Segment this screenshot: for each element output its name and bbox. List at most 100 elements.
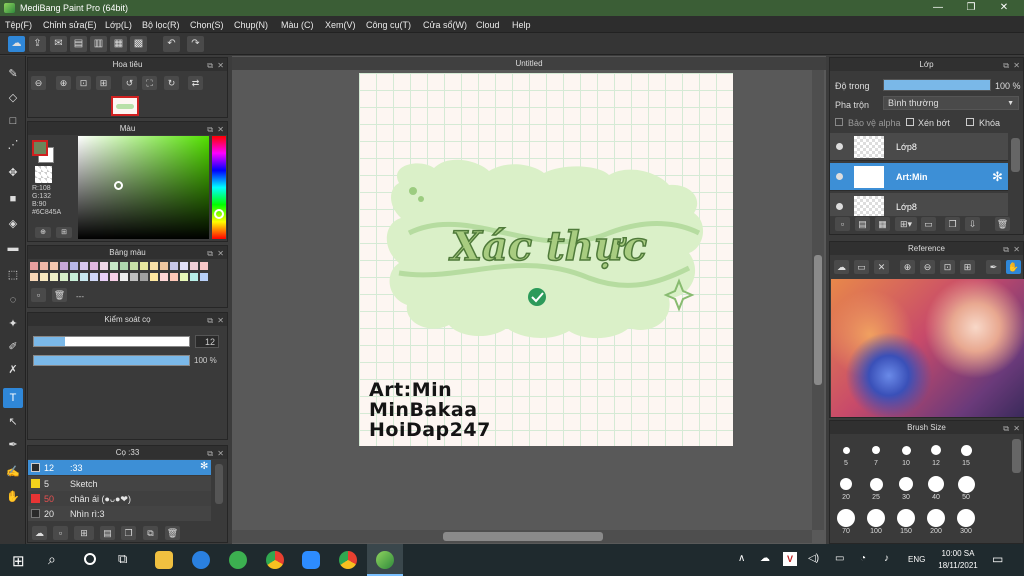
select-eraser-icon[interactable]: ✗	[3, 360, 23, 380]
palette-swatch[interactable]	[60, 262, 68, 270]
green-app-icon[interactable]	[229, 551, 247, 569]
palette-more[interactable]: ---	[76, 292, 84, 301]
select-pen-icon[interactable]: ✐	[3, 337, 23, 357]
bucket-tool-icon[interactable]: ◈	[3, 214, 23, 234]
menu-filter[interactable]: Bộ lọc(R)	[142, 20, 180, 30]
navigator-thumbnail[interactable]	[111, 96, 139, 116]
zoom-out-icon[interactable]: ⊖	[920, 260, 935, 274]
menu-edit[interactable]: Chỉnh sửa(E)	[43, 20, 97, 30]
hand-icon[interactable]: ✋	[1006, 260, 1021, 274]
menu-window[interactable]: Cửa sổ(W)	[423, 20, 467, 30]
palette-swatch[interactable]	[200, 262, 208, 270]
brush-duplicate-icon[interactable]: ⧉	[143, 526, 158, 540]
document-icon[interactable]: ▥	[90, 36, 107, 52]
palette-swatch[interactable]	[90, 262, 98, 270]
palette-swatch[interactable]	[140, 273, 148, 281]
protect-alpha-checkbox[interactable]	[835, 118, 843, 126]
task-view-icon[interactable]: ⧉	[118, 551, 127, 567]
zoom-out-icon[interactable]: ⊖	[31, 76, 46, 90]
grid-icon[interactable]: ▦	[110, 36, 127, 52]
cortana-icon[interactable]	[84, 553, 96, 565]
palette-swatch[interactable]	[190, 273, 198, 281]
actual-size-icon[interactable]: ⊞	[96, 76, 111, 90]
popout-icon[interactable]: ⧉	[207, 447, 213, 460]
language-indicator[interactable]: ENG	[908, 555, 925, 564]
visibility-icon[interactable]	[836, 203, 843, 210]
visibility-icon[interactable]	[836, 143, 843, 150]
palette-swatch[interactable]	[50, 273, 58, 281]
menu-color[interactable]: Màu (C)	[281, 20, 314, 30]
layer-settings-icon[interactable]: ✻	[992, 169, 1003, 185]
reset-rotate-icon[interactable]: ⛶	[142, 76, 157, 90]
saturation-value-picker[interactable]	[78, 136, 209, 239]
palette-swatch[interactable]	[80, 273, 88, 281]
hue-slider[interactable]	[212, 136, 226, 239]
palette-swatch[interactable]	[100, 273, 108, 281]
brush-size-option[interactable]: 7	[863, 440, 889, 467]
duplicate-layer-icon[interactable]: ❐	[945, 217, 960, 231]
delete-palette-icon[interactable]: 🗑	[52, 288, 67, 302]
search-icon[interactable]: ⌕	[48, 551, 56, 568]
close-panel-icon[interactable]: ✕	[1013, 59, 1020, 72]
palette-swatch[interactable]	[70, 262, 78, 270]
palette-swatch[interactable]	[160, 273, 168, 281]
palette-swatch[interactable]	[110, 262, 118, 270]
popout-icon[interactable]: ⧉	[207, 314, 213, 327]
cloud-upload-icon[interactable]: ☁	[834, 260, 849, 274]
table-icon[interactable]: ▩	[130, 36, 147, 52]
new-halftone-layer-icon[interactable]: ▦	[875, 217, 890, 231]
close-panel-icon[interactable]: ✕	[217, 247, 224, 260]
brush-copy-icon[interactable]: ❐	[121, 526, 136, 540]
vertical-scroll-thumb[interactable]	[814, 255, 822, 385]
rectangle-tool-icon[interactable]: □	[3, 111, 23, 131]
palette-swatch[interactable]	[120, 262, 128, 270]
reference-image[interactable]	[831, 279, 1024, 417]
add-brush-icon[interactable]: ⊞	[74, 526, 94, 540]
close-panel-icon[interactable]: ✕	[1013, 422, 1020, 435]
brush-size-option[interactable]: 10	[893, 440, 919, 467]
new-brush-icon[interactable]: ▫	[53, 526, 68, 540]
text-tool-icon[interactable]: T	[3, 388, 23, 408]
menu-file[interactable]: Tệp(F)	[5, 20, 32, 30]
palette-swatch[interactable]	[150, 273, 158, 281]
palette-swatch[interactable]	[170, 273, 178, 281]
magic-wand-icon[interactable]: ✦	[3, 314, 23, 334]
palette-swatch[interactable]	[190, 262, 198, 270]
palette-swatch[interactable]	[160, 262, 168, 270]
palette-swatch[interactable]	[50, 262, 58, 270]
brush-settings-icon[interactable]: ✻	[200, 461, 208, 472]
network-icon[interactable]: ◔	[860, 553, 866, 564]
close-panel-icon[interactable]: ✕	[217, 447, 224, 460]
zalo-icon[interactable]	[192, 551, 210, 569]
clipping-checkbox[interactable]	[906, 118, 914, 126]
merge-layer-icon[interactable]: ⇩	[965, 217, 980, 231]
layer-row-1[interactable]: Art:Min ✻	[830, 163, 1008, 191]
primary-color-swatch[interactable]	[32, 140, 48, 156]
brush-size-slider[interactable]	[33, 336, 190, 347]
clock-date[interactable]: 18/11/2021	[935, 561, 981, 570]
medibang-taskbar-button[interactable]	[367, 544, 403, 576]
brush-size-option[interactable]: 12	[923, 440, 949, 467]
menu-help[interactable]: Help	[512, 20, 531, 30]
lasso-icon[interactable]: ◌	[3, 290, 23, 310]
palette-swatch[interactable]	[140, 262, 148, 270]
brush-size-option[interactable]: 100	[863, 508, 889, 535]
brush-size-option[interactable]: 5	[833, 440, 859, 467]
close-panel-icon[interactable]: ✕	[217, 59, 224, 72]
brush-opacity-slider[interactable]	[33, 355, 190, 366]
battery-icon[interactable]: ▭	[835, 553, 844, 564]
menu-capture[interactable]: Chụp(N)	[234, 20, 268, 30]
rotate-left-icon[interactable]: ↺	[122, 76, 137, 90]
pen-tool-icon[interactable]: ✍	[3, 462, 23, 482]
cloud-tray-icon[interactable]: ☁	[760, 553, 770, 564]
redo-icon[interactable]: ↷	[187, 36, 204, 52]
cloud-brush-icon[interactable]: ☁	[32, 526, 47, 540]
brush-row-2[interactable]: 50 chân ái (●ᴗ●❤)	[28, 491, 211, 506]
brush-size-option[interactable]: 50	[953, 474, 979, 501]
brush-list-scrollbar[interactable]	[215, 464, 223, 504]
popout-icon[interactable]: ⧉	[1003, 243, 1009, 256]
chrome-profile-icon[interactable]	[339, 551, 357, 569]
brush-size-option[interactable]: 20	[833, 474, 859, 501]
color-picker-cursor[interactable]	[114, 181, 123, 190]
brush-tool-icon[interactable]: ✎	[3, 64, 23, 84]
